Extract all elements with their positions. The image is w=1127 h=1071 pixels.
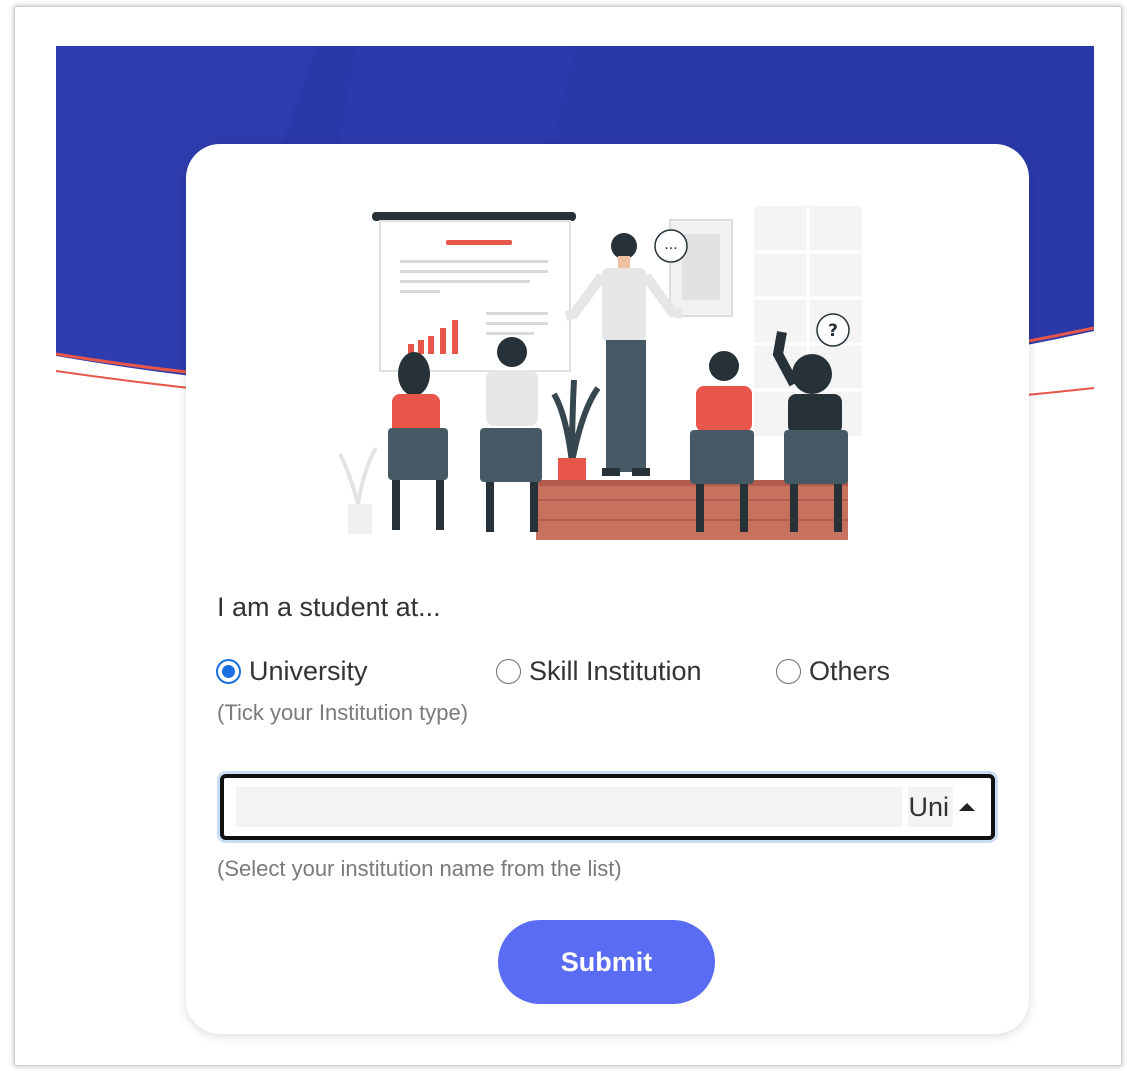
student-at-label: I am a student at... (217, 592, 441, 622)
institution-combobox[interactable]: Uni (220, 774, 995, 840)
institution-selected-value: Uni (908, 787, 953, 827)
institution-list-hint: (Select your institution name from the l… (217, 856, 622, 881)
radio-university-label: University (249, 656, 368, 686)
radio-others-label: Others (809, 656, 891, 686)
institution-search-input[interactable] (236, 787, 903, 827)
radio-button[interactable] (776, 659, 801, 684)
classroom-illustration: ... ? (336, 204, 866, 544)
institution-type-hint: (Tick your Institution type) (217, 700, 469, 725)
radio-skill-institution-label: Skill Institution (529, 656, 702, 686)
submit-button[interactable]: Submit (498, 920, 715, 1004)
radio-university[interactable]: University (216, 656, 368, 687)
radio-others[interactable]: Others (776, 656, 890, 687)
institution-type-radio-group: University Skill Institution Others (216, 656, 996, 696)
caret-up-icon[interactable] (959, 803, 975, 811)
radio-button-checked[interactable] (216, 659, 241, 684)
selection-card: ... ? I am a student at... University Sk… (186, 144, 1029, 1034)
presentation-scene-image: ... ? (338, 206, 862, 540)
radio-button[interactable] (496, 659, 521, 684)
radio-skill-institution[interactable]: Skill Institution (496, 656, 702, 687)
speech-dots-label: ... (664, 237, 677, 253)
question-mark-label: ? (828, 321, 838, 341)
